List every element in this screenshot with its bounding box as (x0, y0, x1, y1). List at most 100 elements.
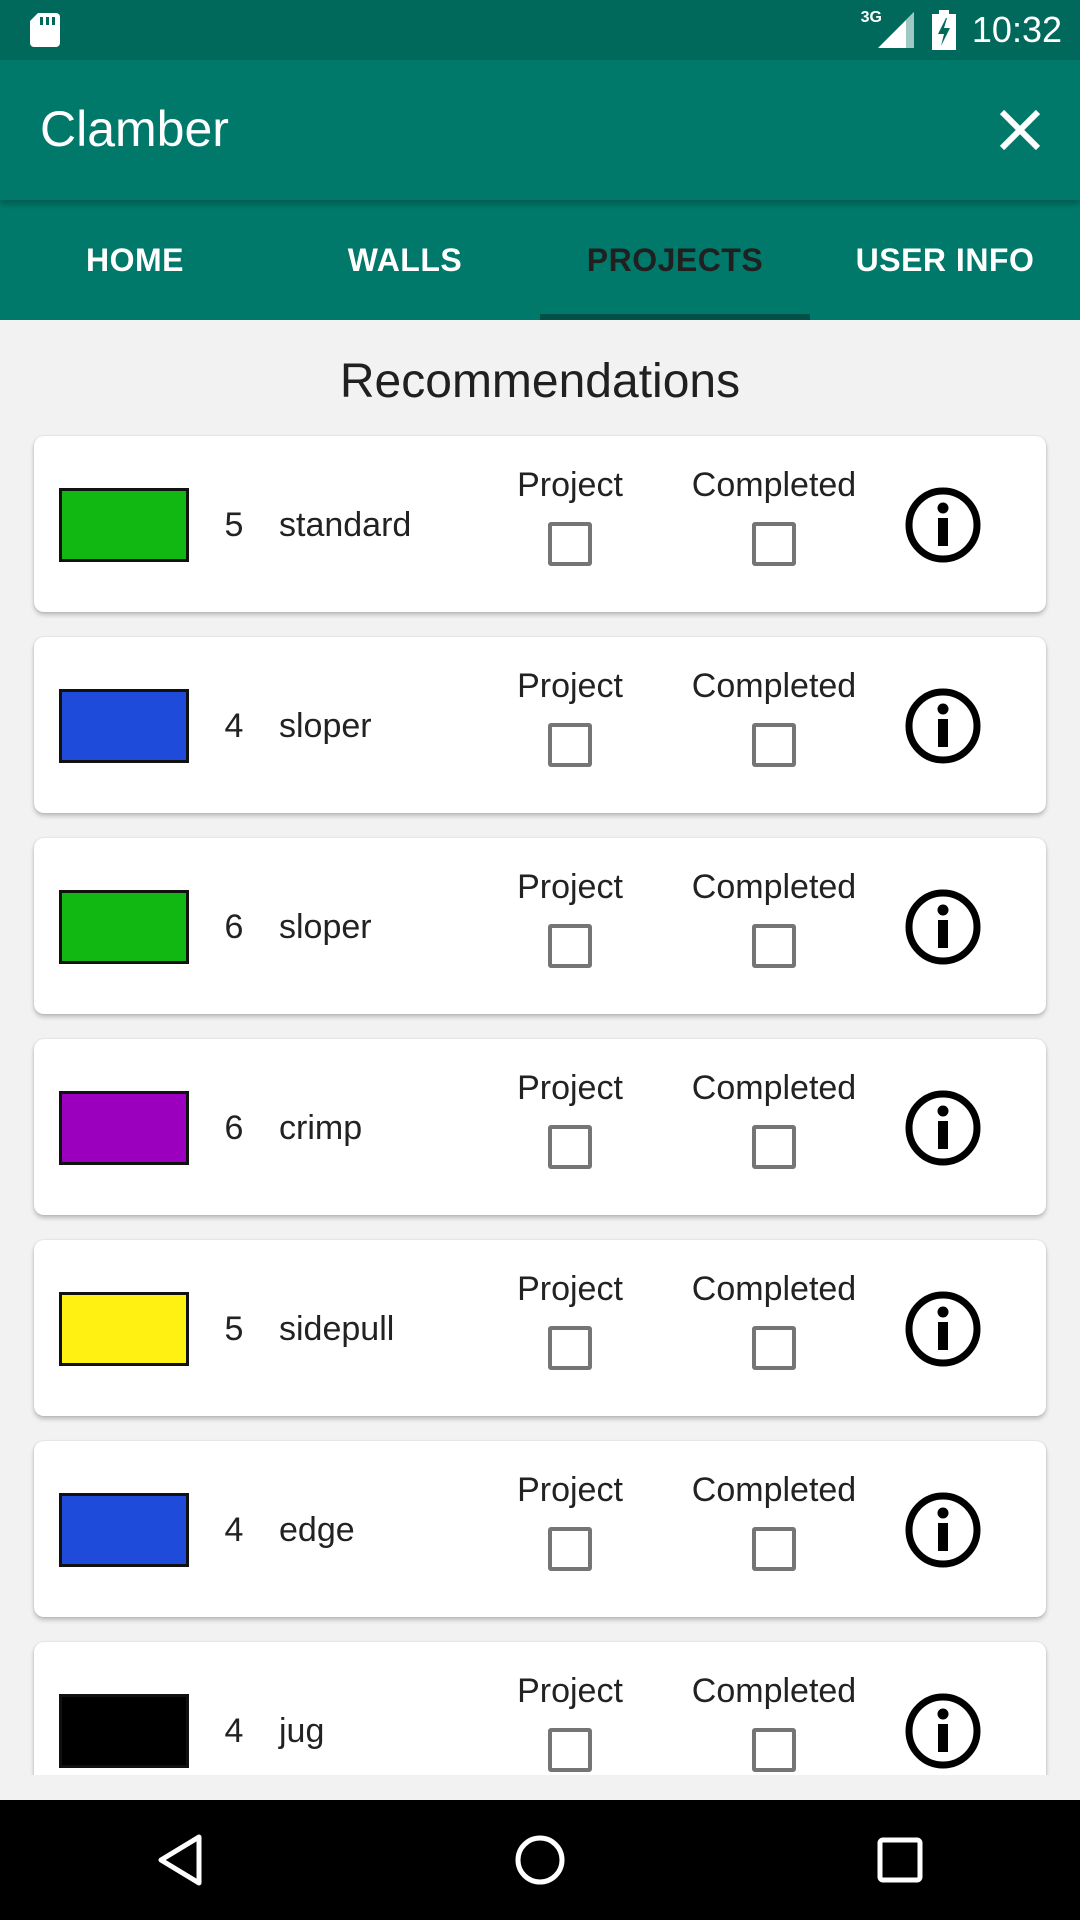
status-time: 10:32 (971, 9, 1062, 50)
project-column: Project (510, 1471, 630, 1576)
recents-icon (877, 1837, 923, 1883)
info-icon[interactable] (904, 486, 982, 564)
project-checkbox[interactable] (548, 723, 592, 767)
project-label: Project (517, 667, 623, 705)
project-checkbox[interactable] (548, 1728, 592, 1772)
project-label: Project (517, 1471, 623, 1509)
hold-type: sloper (279, 707, 372, 745)
completed-column: Completed (674, 868, 874, 973)
sd-card-icon (30, 13, 60, 47)
completed-label: Completed (691, 667, 857, 705)
home-button[interactable] (480, 1800, 600, 1920)
info-icon[interactable] (904, 687, 982, 765)
project-checkbox[interactable] (548, 522, 592, 566)
project-checkbox[interactable] (548, 924, 592, 968)
recommendation-card[interactable]: 5 sidepull Project Completed (34, 1240, 1046, 1416)
hold-type: sidepull (279, 1310, 395, 1348)
hold-type: jug (279, 1712, 325, 1750)
hold-type: edge (279, 1511, 355, 1549)
route-grade: 6 (224, 1109, 244, 1147)
completed-label: Completed (691, 1270, 857, 1308)
route-grade: 4 (224, 1712, 244, 1750)
completed-label: Completed (691, 1672, 857, 1710)
completed-checkbox[interactable] (752, 924, 796, 968)
recommendation-card[interactable]: 4 sloper Project Completed (34, 637, 1046, 813)
hold-color-swatch (59, 488, 189, 562)
completed-checkbox[interactable] (752, 1326, 796, 1370)
project-column: Project (510, 667, 630, 772)
info-icon[interactable] (904, 1290, 982, 1368)
hold-color-swatch (59, 1292, 189, 1366)
info-icon[interactable] (904, 1491, 982, 1569)
completed-column: Completed (674, 466, 874, 571)
completed-column: Completed (674, 667, 874, 772)
recommendation-card[interactable]: 6 crimp Project Completed (34, 1039, 1046, 1215)
completed-column: Completed (674, 1270, 874, 1375)
home-icon (515, 1835, 565, 1885)
project-column: Project (510, 1069, 630, 1174)
info-icon[interactable] (904, 888, 982, 966)
project-column: Project (510, 466, 630, 571)
tab-walls[interactable]: WALLS (270, 200, 540, 320)
info-icon[interactable] (904, 1089, 982, 1167)
tab-home[interactable]: HOME (0, 200, 270, 320)
close-icon[interactable] (990, 100, 1050, 160)
project-checkbox[interactable] (548, 1125, 592, 1169)
route-grade: 6 (224, 908, 244, 946)
hold-color-swatch (59, 1694, 189, 1768)
completed-checkbox[interactable] (752, 522, 796, 566)
recents-button[interactable] (840, 1800, 960, 1920)
hold-color-swatch (59, 689, 189, 763)
project-checkbox[interactable] (548, 1527, 592, 1571)
route-grade: 5 (224, 1310, 244, 1348)
app-bar: Clamber (0, 60, 1080, 200)
project-label: Project (517, 1069, 623, 1107)
completed-column: Completed (674, 1069, 874, 1174)
completed-checkbox[interactable] (752, 723, 796, 767)
project-column: Project (510, 868, 630, 973)
signal-icon (877, 12, 914, 48)
route-grade: 4 (224, 707, 244, 745)
navigation-bar (0, 1800, 1080, 1920)
recommendation-card[interactable]: 5 standard Project Completed (34, 436, 1046, 612)
content-area[interactable]: Recommendations 5 standard Project Compl… (0, 320, 1080, 1775)
hold-color-swatch (59, 1091, 189, 1165)
completed-checkbox[interactable] (752, 1125, 796, 1169)
route-grade: 5 (224, 506, 244, 544)
completed-column: Completed (674, 1672, 874, 1775)
recommendation-card[interactable]: 6 sloper Project Completed (34, 838, 1046, 1014)
hold-color-swatch (59, 890, 189, 964)
recommendation-card[interactable]: 4 edge Project Completed (34, 1441, 1046, 1617)
app-title: Clamber (40, 101, 229, 157)
battery-icon (931, 10, 956, 50)
project-label: Project (517, 466, 623, 504)
hold-type: crimp (279, 1109, 363, 1147)
completed-checkbox[interactable] (752, 1527, 796, 1571)
completed-label: Completed (691, 868, 857, 906)
recommendation-card[interactable]: 4 jug Project Completed (34, 1642, 1046, 1775)
completed-column: Completed (674, 1471, 874, 1576)
status-bar: 3G 10:32 (0, 0, 1080, 60)
route-grade: 4 (224, 1511, 244, 1549)
hold-type: standard (279, 506, 412, 544)
completed-label: Completed (691, 1069, 857, 1107)
tab-bar: HOME WALLS PROJECTS USER INFO (0, 200, 1080, 320)
completed-checkbox[interactable] (752, 1728, 796, 1772)
hold-type: sloper (279, 908, 372, 946)
project-checkbox[interactable] (548, 1326, 592, 1370)
tab-user-info[interactable]: USER INFO (810, 200, 1080, 320)
network-type: 3G (860, 9, 882, 26)
info-icon[interactable] (904, 1692, 982, 1770)
back-icon (158, 1834, 202, 1886)
hold-color-swatch (59, 1493, 189, 1567)
completed-label: Completed (691, 1471, 857, 1509)
project-column: Project (510, 1672, 630, 1775)
project-label: Project (517, 1672, 623, 1710)
page-title: Recommendations (339, 355, 741, 408)
project-label: Project (517, 868, 623, 906)
project-column: Project (510, 1270, 630, 1375)
project-label: Project (517, 1270, 623, 1308)
back-button[interactable] (120, 1800, 240, 1920)
tab-projects[interactable]: PROJECTS (540, 200, 810, 320)
completed-label: Completed (691, 466, 857, 504)
